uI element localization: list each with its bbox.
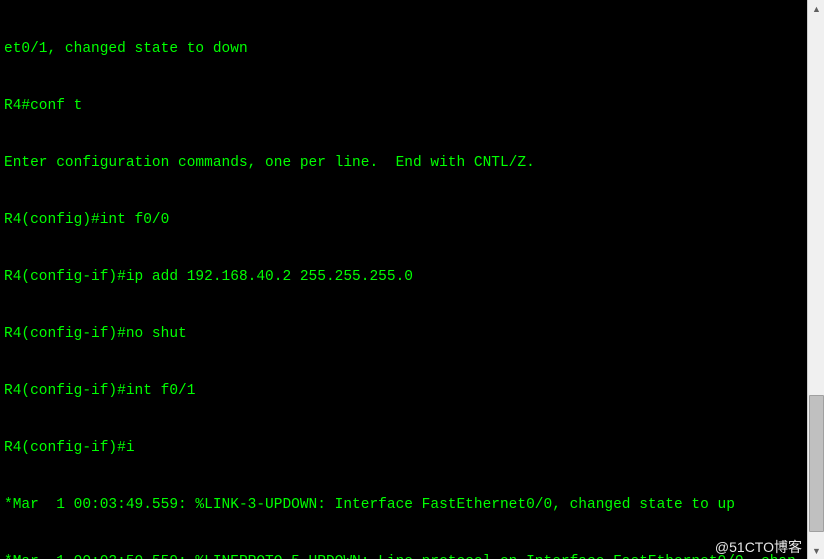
terminal-line: *Mar 1 00:03:50.559: %LINEPROTO-5-UPDOWN… (4, 553, 803, 559)
terminal-line: R4(config-if)#ip add 192.168.40.2 255.25… (4, 268, 803, 287)
terminal-line: R4(config-if)#int f0/1 (4, 382, 803, 401)
vertical-scrollbar[interactable]: ▲ ▼ (807, 0, 824, 559)
scrollbar-thumb[interactable] (809, 395, 824, 532)
terminal-line: et0/1, changed state to down (4, 40, 803, 59)
terminal-line: R4(config-if)#i (4, 439, 803, 458)
terminal-line: Enter configuration commands, one per li… (4, 154, 803, 173)
terminal-output[interactable]: et0/1, changed state to down R4#conf t E… (0, 0, 807, 559)
terminal-window: et0/1, changed state to down R4#conf t E… (0, 0, 824, 559)
terminal-line: R4#conf t (4, 97, 803, 116)
scrollbar-down-button[interactable]: ▼ (808, 542, 824, 559)
terminal-line: R4(config-if)#no shut (4, 325, 803, 344)
terminal-line: R4(config)#int f0/0 (4, 211, 803, 230)
watermark-text: @51CTO博客 (715, 537, 802, 557)
scrollbar-track[interactable] (808, 17, 824, 542)
terminal-line: *Mar 1 00:03:49.559: %LINK-3-UPDOWN: Int… (4, 496, 803, 515)
scrollbar-up-button[interactable]: ▲ (808, 0, 824, 17)
